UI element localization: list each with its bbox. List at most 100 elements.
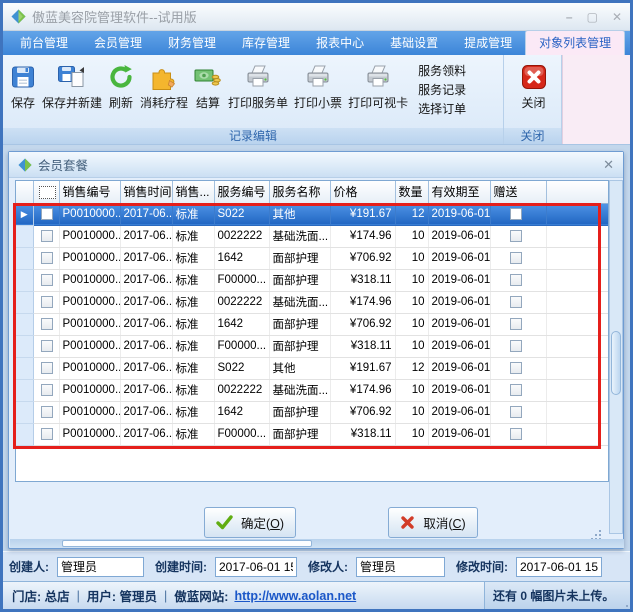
ribbon-small-button-stack: 服务领料 服务记录 选择订单 (411, 58, 471, 128)
modified-by-field[interactable] (356, 556, 445, 577)
table-row[interactable]: P0010000... 2017-06... 标准 1642 面部护理 ¥706.92 10… (16, 313, 608, 336)
settle-button[interactable]: 结算 (191, 58, 225, 128)
col-header-7[interactable]: 数量 (395, 181, 429, 204)
table-row[interactable]: P0010000... 2017-06... 标准 0022222 基础洗面... ¥17… (16, 225, 608, 248)
save-button[interactable]: 保存 (7, 58, 39, 128)
member-package-dialog: 会员套餐 ✕ 销售编号 销售时间 销售... 服务编号 服务名称 价格 数量 有效期至 赠送 ▶ P… (8, 151, 624, 549)
created-by-field[interactable] (57, 556, 144, 577)
col-header-9[interactable]: 赠送 (490, 181, 547, 204)
horizontal-scrollbar[interactable] (10, 539, 624, 548)
gift-checkbox[interactable] (509, 251, 522, 264)
col-header-3[interactable]: 销售... (172, 181, 215, 204)
row-checkbox[interactable] (40, 361, 53, 374)
close-form-button[interactable]: 关闭 (518, 58, 550, 128)
modified-time-field[interactable] (516, 556, 602, 577)
created-time-field[interactable] (215, 556, 297, 577)
table-header-row: 销售编号 销售时间 销售... 服务编号 服务名称 价格 数量 有效期至 赠送 (16, 181, 608, 204)
consume-treatment-button[interactable]: 消耗疗程 (137, 58, 191, 128)
gift-checkbox[interactable] (509, 207, 522, 220)
row-checkbox[interactable] (40, 207, 53, 220)
col-header-indicator[interactable] (16, 181, 34, 204)
window-resize-grip[interactable] (618, 597, 630, 609)
table-row[interactable]: P0010000... 2017-06... 标准 F00000... 面部护理 ¥318… (16, 335, 608, 358)
table-row[interactable]: ▶ P0010000... 2017-06... 标准 S022 其他 ¥191.67 12 2… (16, 203, 608, 226)
table-row[interactable]: P0010000... 2017-06... 标准 F00000... 面部护理 ¥318… (16, 269, 608, 292)
col-header-trailing[interactable] (546, 181, 608, 204)
window-title: 傲蓝美容院管理软件--试用版 (32, 10, 197, 25)
menu-tab-2[interactable]: 会员管理 (81, 31, 155, 55)
menu-tab-4[interactable]: 库存管理 (229, 31, 303, 55)
gift-checkbox[interactable] (509, 427, 522, 440)
gift-checkbox[interactable] (509, 317, 522, 330)
service-material-button[interactable]: 服务领料 (415, 62, 469, 81)
user-status: 用户: 管理员 (86, 590, 158, 604)
horizontal-scrollbar-thumb[interactable] (62, 540, 312, 547)
refresh-button[interactable]: 刷新 (105, 58, 137, 128)
gift-checkbox[interactable] (509, 405, 522, 418)
print-receipt-button-label: 打印小票 (294, 96, 343, 110)
cancel-button[interactable]: 取消(C) (388, 507, 478, 538)
website-link[interactable]: http://www.aolan.net (234, 589, 356, 603)
table-row[interactable]: P0010000... 2017-06... 标准 1642 面部护理 ¥706.92 10… (16, 247, 608, 270)
col-header-6[interactable]: 价格 (330, 181, 396, 204)
menu-tab-7[interactable]: 提成管理 (451, 31, 525, 55)
row-checkbox[interactable] (40, 405, 53, 418)
dialog-title-bar[interactable]: 会员套餐 ✕ (9, 152, 623, 178)
service-record-button[interactable]: 服务记录 (415, 81, 469, 100)
table-row[interactable]: P0010000... 2017-06... 标准 S022 其他 ¥191.67 12 20… (16, 357, 608, 380)
table-row[interactable]: P0010000... 2017-06... 标准 1642 面部护理 ¥706.92 10… (16, 401, 608, 424)
menu-tab-8[interactable]: 对象列表管理 (525, 30, 626, 55)
row-checkbox[interactable] (40, 317, 53, 330)
gift-checkbox[interactable] (509, 273, 522, 286)
col-header-2[interactable]: 销售时间 (120, 181, 173, 204)
app-window: 傲蓝美容院管理软件--试用版 – ▢ ✕ 前台管理 会员管理 财务管理 库存管理 报表中… (0, 0, 633, 612)
modified-by-label: 修改人: (308, 560, 348, 574)
gift-checkbox[interactable] (509, 361, 522, 374)
ok-button[interactable]: 确定(O) (204, 507, 296, 538)
menu-tab-1[interactable]: 前台管理 (7, 31, 81, 55)
table-row[interactable]: P0010000... 2017-06... 标准 0022222 基础洗面... ¥17… (16, 291, 608, 314)
dialog-resize-grip[interactable] (591, 522, 603, 534)
row-checkbox[interactable] (40, 339, 53, 352)
row-checkbox[interactable] (40, 295, 53, 308)
ok-button-label: 确定(O) (240, 517, 285, 531)
minimize-button[interactable]: – (566, 11, 573, 23)
maximize-button[interactable]: ▢ (587, 11, 598, 23)
vertical-scrollbar-thumb[interactable] (611, 331, 621, 395)
dialog-close-icon[interactable]: ✕ (603, 157, 614, 173)
row-checkbox[interactable] (40, 273, 53, 286)
row-checkbox[interactable] (40, 229, 53, 242)
col-header-1[interactable]: 销售编号 (59, 181, 121, 204)
row-checkbox[interactable] (40, 383, 53, 396)
refresh-button-label: 刷新 (109, 96, 134, 110)
print-visual-card-button[interactable]: 打印可视卡 (345, 58, 411, 128)
col-header-checkbox[interactable] (33, 181, 60, 204)
col-header-5[interactable]: 服务名称 (269, 181, 331, 204)
table-row[interactable]: P0010000... 2017-06... 标准 0022222 基础洗面... ¥17… (16, 379, 608, 402)
select-order-button[interactable]: 选择订单 (415, 100, 469, 119)
menu-tab-6[interactable]: 基础设置 (377, 31, 451, 55)
print-service-order-button[interactable]: 打印服务单 (225, 58, 291, 128)
dialog-body: 销售编号 销售时间 销售... 服务编号 服务名称 价格 数量 有效期至 赠送 ▶ P0010000… (9, 178, 624, 548)
consume-treatment-icon (150, 59, 178, 95)
group-label-record-edit: 记录编辑 (3, 128, 503, 144)
gift-checkbox[interactable] (509, 339, 522, 352)
created-by-label: 创建人: (9, 560, 49, 574)
gift-checkbox[interactable] (509, 229, 522, 242)
vertical-scrollbar[interactable] (609, 180, 623, 534)
upload-status-panel: 还有 0 幅图片未上传。 (484, 582, 630, 609)
col-header-8[interactable]: 有效期至 (428, 181, 491, 204)
gift-checkbox[interactable] (509, 383, 522, 396)
print-receipt-button[interactable]: 打印小票 (291, 58, 345, 128)
gift-checkbox[interactable] (509, 295, 522, 308)
col-header-4[interactable]: 服务编号 (214, 181, 270, 204)
table-row[interactable]: P0010000... 2017-06... 标准 F00000... 面部护理 ¥318… (16, 423, 608, 446)
menu-tab-5[interactable]: 报表中心 (303, 31, 377, 55)
title-bar[interactable]: 傲蓝美容院管理软件--试用版 – ▢ ✕ (3, 3, 630, 31)
close-window-button[interactable]: ✕ (612, 11, 622, 23)
row-checkbox[interactable] (40, 251, 53, 264)
menu-tab-3[interactable]: 财务管理 (155, 31, 229, 55)
row-checkbox[interactable] (40, 427, 53, 440)
menu-tab-bar: 前台管理 会员管理 财务管理 库存管理 报表中心 基础设置 提成管理 对象列表管理 (3, 30, 630, 55)
save-and-new-button[interactable]: 保存并新建 (39, 58, 105, 128)
